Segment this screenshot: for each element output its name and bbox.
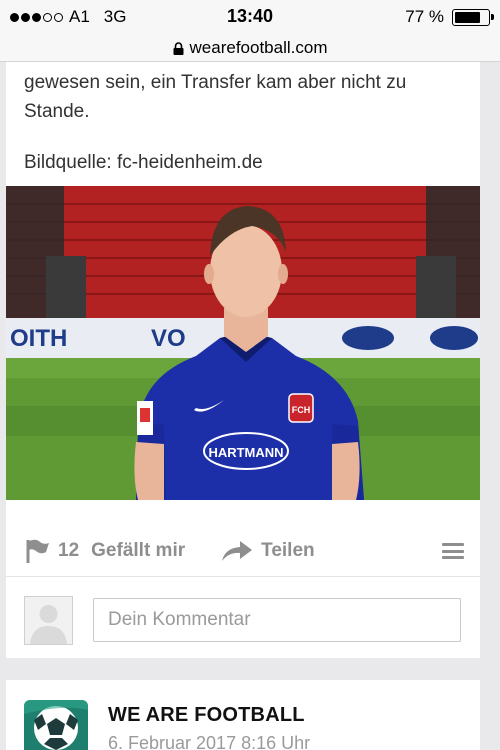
article-text: gewesen sein, ein Transfer kam aber nich… — [24, 72, 407, 122]
battery-icon — [452, 8, 494, 26]
comment-input[interactable] — [93, 598, 461, 642]
post-author[interactable]: WE ARE FOOTBALL — [108, 704, 305, 727]
menu-icon[interactable] — [442, 543, 464, 559]
divider — [6, 576, 480, 577]
ad-board-text-left: OITH — [10, 325, 67, 352]
share-label: Teilen — [261, 540, 315, 561]
article-photo[interactable]: OITH VO HARTMANN FCH — [6, 186, 480, 500]
battery-area: 77 % — [405, 7, 494, 27]
next-post-card[interactable]: WE ARE FOOTBALL 6. Februar 2017 8:16 Uhr — [6, 680, 480, 750]
user-placeholder-icon — [30, 605, 67, 644]
lock-icon — [173, 42, 184, 55]
post-date: 6. Februar 2017 8:16 Uhr — [108, 733, 311, 750]
crest-text: FCH — [292, 405, 311, 415]
like-button[interactable]: 12 Gefällt mir — [24, 538, 185, 564]
like-count: 12 — [58, 540, 80, 561]
sponsor-text: HARTMANN — [208, 445, 283, 460]
post-actions: 12 Gefällt mir Teilen — [24, 536, 464, 566]
status-bar: A1 3G 13:40 77 % — [0, 0, 500, 34]
player-photo-illustration: OITH VO HARTMANN FCH — [6, 186, 480, 500]
flag-icon — [26, 539, 49, 563]
football-logo-icon — [24, 700, 88, 750]
avatar — [24, 596, 73, 645]
brand-logo — [24, 700, 88, 750]
like-label: Gefällt mir — [91, 540, 186, 561]
image-source-caption: Bildquelle: fc-heidenheim.de — [24, 152, 263, 173]
share-arrow-icon — [222, 541, 253, 561]
battery-percent: 77 % — [405, 7, 444, 26]
url-text[interactable]: wearefootball.com — [190, 38, 328, 58]
share-button[interactable]: Teilen — [221, 539, 315, 563]
article-card: gewesen sein, ein Transfer kam aber nich… — [6, 62, 480, 658]
address-bar[interactable]: wearefootball.com — [0, 34, 500, 62]
ad-board-text-mid: VO — [151, 325, 186, 352]
